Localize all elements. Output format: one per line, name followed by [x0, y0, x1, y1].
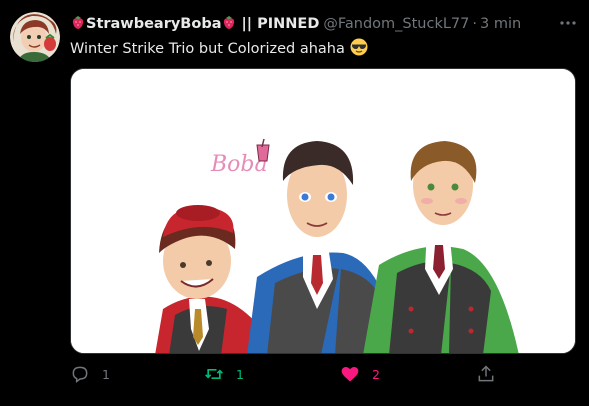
display-name[interactable]: StrawbearyBoba: [86, 16, 221, 32]
share-button[interactable]: [476, 364, 496, 384]
reply-icon: [70, 364, 90, 384]
strawberry-icon: [222, 15, 236, 34]
like-button[interactable]: 2: [340, 364, 380, 384]
separator: ·: [472, 16, 477, 32]
tweet-text: Winter Strike Trio but Colorized ahaha: [70, 41, 345, 57]
timestamp[interactable]: 3 min: [480, 16, 521, 32]
tweet-text-row: Winter Strike Trio but Colorized ahaha: [70, 38, 368, 60]
heart-icon: [340, 364, 360, 384]
share-icon: [476, 364, 496, 384]
tweet-header: StrawbearyBoba || PINNED @Fandom_StuckL7…: [70, 14, 549, 34]
tweet-media-image[interactable]: Boba: [70, 68, 576, 354]
retweet-icon: [204, 364, 224, 384]
retweet-count: 1: [236, 366, 244, 382]
avatar[interactable]: [10, 12, 60, 62]
sunglasses-emoji-icon: [350, 38, 368, 60]
reply-count: 1: [102, 366, 110, 382]
tweet-actions: 1 1 2: [70, 364, 500, 388]
retweet-button[interactable]: 1: [204, 364, 244, 384]
strawberry-icon: [71, 15, 85, 34]
more-icon[interactable]: [559, 14, 577, 32]
reply-button[interactable]: 1: [70, 364, 110, 384]
user-handle[interactable]: @Fandom_StuckL77: [323, 16, 469, 32]
like-count: 2: [372, 366, 380, 382]
pinned-label: || PINNED: [241, 16, 320, 32]
